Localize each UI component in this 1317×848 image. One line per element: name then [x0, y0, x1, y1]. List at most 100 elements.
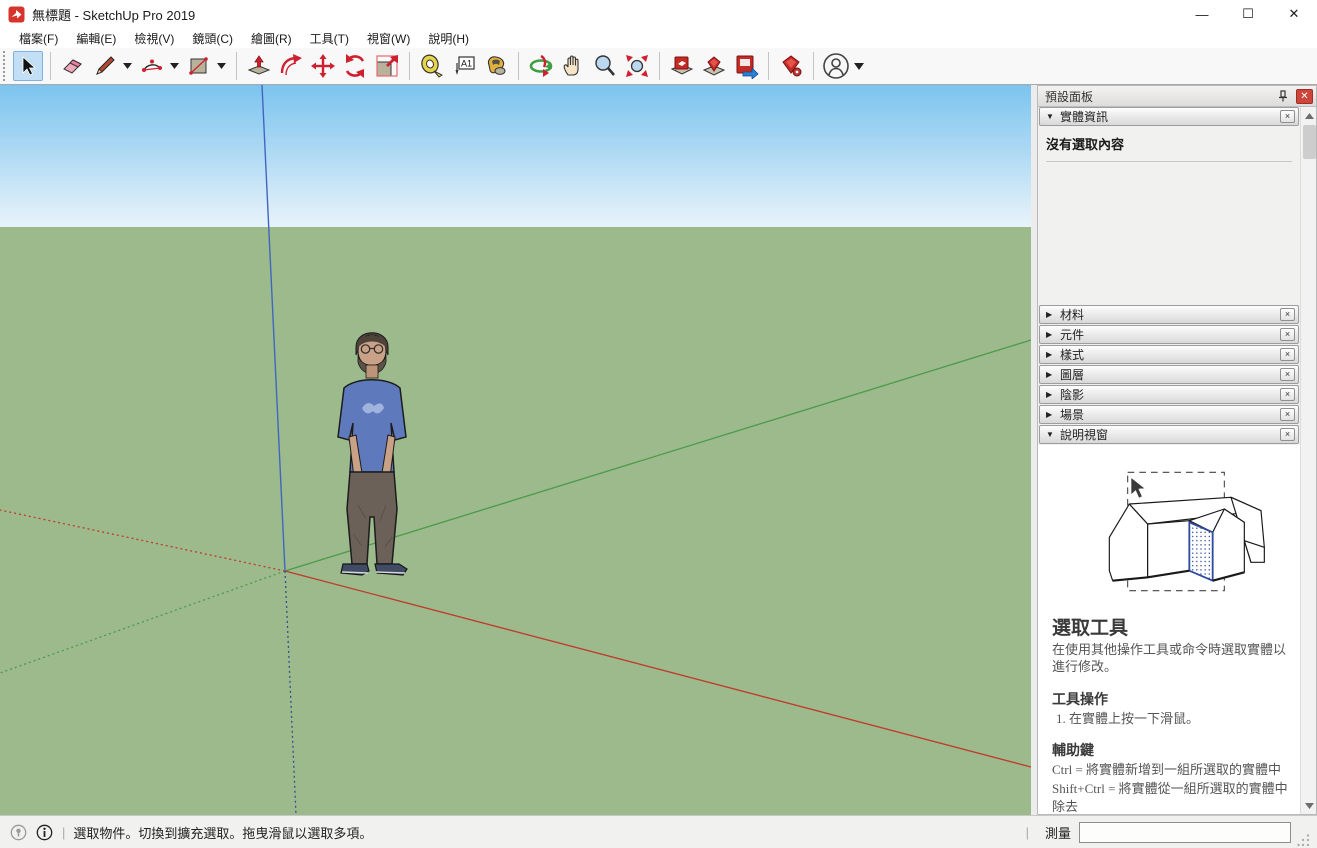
- move-tool-button[interactable]: [308, 51, 338, 81]
- pencil-icon: [93, 54, 117, 78]
- text-tool-button[interactable]: A1: [449, 51, 479, 81]
- 3d-warehouse-icon: [669, 53, 695, 79]
- instructor-text: 選取工具 在使用其他操作工具或命令時選取實體以進行修改。 工具操作 1. 在實體…: [1038, 618, 1300, 814]
- follow-me-tool-button[interactable]: [276, 51, 306, 81]
- no-selection-text: 沒有選取內容: [1046, 134, 1292, 153]
- svg-text:A1: A1: [461, 59, 472, 69]
- main-area: 預設面板 ✕ ▼ 實體資訊 ×: [0, 85, 1317, 815]
- section-close-button[interactable]: ×: [1280, 388, 1295, 401]
- instructor-modifier-ctrl: Ctrl = 將實體新增到一組所選取的實體中: [1052, 761, 1288, 779]
- rectangle-tool-button[interactable]: [184, 51, 214, 81]
- paint-bucket-tool-button[interactable]: [481, 51, 511, 81]
- chevron-down-icon: [123, 63, 132, 69]
- section-styles[interactable]: ▶ 樣式 ×: [1039, 345, 1299, 364]
- section-close-button[interactable]: ×: [1280, 428, 1295, 441]
- move-icon: [310, 53, 336, 79]
- section-close-button[interactable]: ×: [1280, 328, 1295, 341]
- eraser-tool-button[interactable]: [58, 51, 88, 81]
- menu-file[interactable]: 檔案(F): [10, 28, 67, 49]
- panel-title: 預設面板: [1045, 88, 1274, 105]
- chevron-down-icon: [217, 63, 226, 69]
- scrollbar-thumb[interactable]: [1303, 125, 1316, 159]
- section-materials[interactable]: ▶ 材料 ×: [1039, 305, 1299, 324]
- section-layers[interactable]: ▶ 圖層 ×: [1039, 365, 1299, 384]
- geolocation-button[interactable]: [8, 822, 28, 842]
- menu-window[interactable]: 視窗(W): [358, 28, 419, 49]
- menu-view[interactable]: 檢視(V): [125, 28, 183, 49]
- section-shadows[interactable]: ▶ 陰影 ×: [1039, 385, 1299, 404]
- eraser-icon: [61, 54, 85, 78]
- status-separator: |: [1026, 825, 1029, 840]
- triangle-up-icon: [1305, 113, 1314, 119]
- line-tool-dropdown[interactable]: [121, 51, 134, 81]
- pan-tool-button[interactable]: [558, 51, 588, 81]
- measurements-input[interactable]: [1079, 822, 1291, 843]
- line-tool-button[interactable]: [90, 51, 120, 81]
- panel-close-button[interactable]: ✕: [1296, 89, 1313, 104]
- rectangle-tool-dropdown[interactable]: [215, 51, 228, 81]
- minimize-button[interactable]: —: [1179, 0, 1225, 28]
- viewport-canvas[interactable]: [0, 85, 1031, 815]
- select-tool-button[interactable]: [13, 51, 43, 81]
- credits-info-button[interactable]: [34, 822, 54, 842]
- tape-measure-tool-button[interactable]: [417, 51, 447, 81]
- status-bar: | 選取物件。切換到擴充選取。拖曳滑鼠以選取多項。 | 測量: [0, 815, 1317, 848]
- sign-in-button[interactable]: [821, 51, 851, 81]
- instructor-modifiers-heading: 輔助鍵: [1052, 740, 1288, 760]
- rotate-tool-button[interactable]: [340, 51, 370, 81]
- panel-scrollbar[interactable]: [1300, 107, 1316, 814]
- scale-tool-button[interactable]: [372, 51, 402, 81]
- section-close-button[interactable]: ×: [1280, 308, 1295, 321]
- section-scenes[interactable]: ▶ 場景 ×: [1039, 405, 1299, 424]
- push-pull-tool-button[interactable]: [244, 51, 274, 81]
- maximize-button[interactable]: ☐: [1225, 0, 1271, 28]
- sign-in-dropdown[interactable]: [852, 51, 865, 81]
- text-icon: A1: [451, 53, 477, 79]
- arc-tool-dropdown[interactable]: [168, 51, 181, 81]
- section-label: 材料: [1060, 306, 1280, 323]
- scrollbar-up-arrow[interactable]: [1301, 107, 1317, 124]
- section-close-button[interactable]: ×: [1280, 408, 1295, 421]
- instructor-operation-step: 1. 在實體上按一下滑鼠。: [1056, 710, 1288, 728]
- instructor-description: 在使用其他操作工具或命令時選取實體以進行修改。: [1052, 641, 1288, 676]
- resize-grip-icon[interactable]: [1297, 834, 1311, 848]
- toolbar-drag-handle[interactable]: [3, 51, 8, 81]
- close-button[interactable]: ✕: [1271, 0, 1317, 28]
- section-entity-info[interactable]: ▼ 實體資訊 ×: [1039, 107, 1299, 126]
- collapse-triangle-icon: ▶: [1046, 370, 1060, 379]
- sky: [0, 85, 1031, 227]
- orbit-tool-button[interactable]: [526, 51, 556, 81]
- expand-triangle-icon: ▼: [1046, 112, 1060, 121]
- section-close-button[interactable]: ×: [1280, 348, 1295, 361]
- section-close-button[interactable]: ×: [1280, 110, 1295, 123]
- extension-warehouse-button[interactable]: [699, 51, 729, 81]
- send-to-layout-button[interactable]: [731, 51, 761, 81]
- section-instructor[interactable]: ▼ 說明視窗 ×: [1039, 425, 1299, 444]
- collapse-triangle-icon: ▶: [1046, 330, 1060, 339]
- extension-manager-button[interactable]: [776, 51, 806, 81]
- select-cursor-icon: [17, 55, 39, 77]
- zoom-extents-tool-button[interactable]: [622, 51, 652, 81]
- chevron-down-icon: [170, 63, 179, 69]
- zoom-icon: [592, 53, 618, 79]
- menu-draw[interactable]: 繪圖(R): [242, 28, 301, 49]
- section-close-button[interactable]: ×: [1280, 368, 1295, 381]
- section-label: 元件: [1060, 326, 1280, 343]
- 3d-warehouse-button[interactable]: [667, 51, 697, 81]
- menu-tools[interactable]: 工具(T): [301, 28, 358, 49]
- auto-hide-pin-button[interactable]: [1274, 88, 1292, 104]
- measurements-label: 測量: [1045, 823, 1071, 842]
- menu-help[interactable]: 說明(H): [419, 28, 478, 49]
- section-components[interactable]: ▶ 元件 ×: [1039, 325, 1299, 344]
- chevron-down-icon: [854, 63, 864, 70]
- menu-edit[interactable]: 編輯(E): [67, 28, 125, 49]
- zoom-tool-button[interactable]: [590, 51, 620, 81]
- paint-bucket-icon: [483, 53, 509, 79]
- scrollbar-down-arrow[interactable]: [1301, 797, 1317, 814]
- instructor-house-illustration: [1066, 459, 1276, 609]
- default-tray-panel: 預設面板 ✕ ▼ 實體資訊 ×: [1037, 85, 1317, 815]
- tape-measure-icon: [419, 53, 445, 79]
- sketchup-logo-icon: [8, 6, 25, 23]
- menu-camera[interactable]: 鏡頭(C): [183, 28, 242, 49]
- arc-tool-button[interactable]: [137, 51, 167, 81]
